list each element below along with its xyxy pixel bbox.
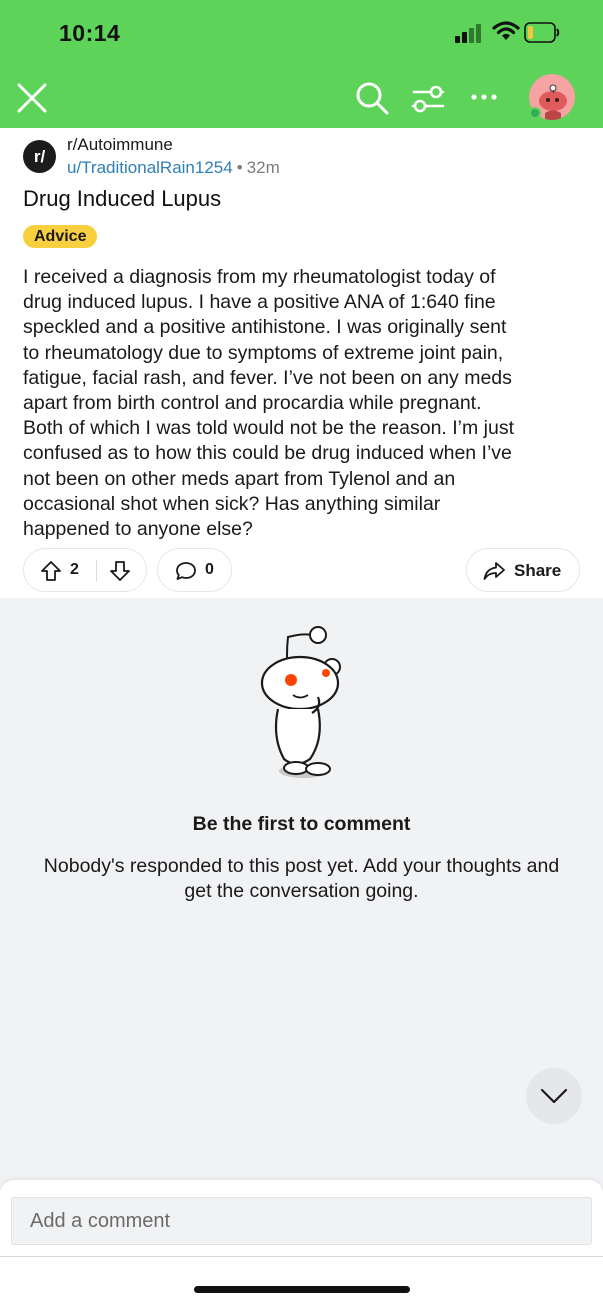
- search-icon[interactable]: [354, 80, 390, 116]
- close-icon[interactable]: [16, 82, 48, 114]
- post-body-line: speckled and a positive antihistone. I w…: [23, 316, 507, 339]
- share-arrow-icon: [483, 562, 505, 580]
- subreddit-name[interactable]: r/Autoimmune: [67, 135, 173, 155]
- vote-count: 2: [70, 561, 79, 578]
- post-body-line: drug induced lupus. I have a positive AN…: [23, 291, 496, 314]
- downvote-arrow-icon[interactable]: [109, 560, 131, 582]
- cellular-signal-icon: [455, 23, 485, 43]
- sort-filter-icon[interactable]: [410, 81, 446, 117]
- wifi-icon: [492, 21, 520, 40]
- post-byline: u/TraditionalRain1254 • 32m: [67, 158, 280, 178]
- chevron-down-icon: [540, 1088, 568, 1104]
- home-indicator[interactable]: [194, 1286, 410, 1293]
- post-body-line: occasional shot when sick? Has anything …: [23, 492, 441, 515]
- author-link[interactable]: u/TraditionalRain1254: [67, 158, 233, 177]
- post-body-line: to rheumatology due to symptoms of extre…: [23, 341, 504, 364]
- post-body-line: Both of which I was told would not be th…: [23, 417, 515, 440]
- post-card: r/ r/Autoimmune u/TraditionalRain1254 • 32…: [0, 128, 603, 598]
- online-status-dot: [529, 107, 541, 119]
- comment-bubble-icon: [176, 562, 196, 580]
- post-body-line: fatigue, facial rash, and fever. I’ve no…: [23, 366, 512, 389]
- scroll-down-button[interactable]: [526, 1068, 582, 1124]
- post-title: Drug Induced Lupus: [23, 186, 222, 211]
- post-body-line: not been on other meds apart from Tyleno…: [23, 467, 456, 490]
- subreddit-icon[interactable]: r/: [23, 140, 56, 173]
- post-body-line: confused as to how this could be drug in…: [23, 442, 512, 465]
- upvote-arrow-icon[interactable]: [40, 560, 62, 582]
- composer-divider: [0, 1256, 603, 1257]
- post-body-line: apart from birth control and procardia w…: [23, 392, 482, 415]
- header-bar: 10:14: [0, 0, 603, 128]
- post-body: I received a diagnosis from my rheumatol…: [23, 265, 583, 542]
- flair-badge: Advice: [23, 225, 98, 248]
- byline-separator: •: [236, 158, 243, 177]
- battery-icon: [524, 22, 560, 43]
- empty-comments-title: Be the first to comment: [192, 813, 411, 835]
- comment-composer: [0, 1180, 603, 1304]
- post-time: 32m: [246, 158, 280, 177]
- comment-count: 0: [205, 561, 214, 578]
- empty-comments-subtitle: Nobody's responded to this post yet. Add…: [43, 855, 560, 902]
- share-label: Share: [514, 561, 562, 580]
- vote-divider: [96, 560, 97, 582]
- comments-button[interactable]: 0: [157, 548, 232, 592]
- snoo-mascot-icon: [260, 626, 341, 778]
- post-body-line: happened to anyone else?: [23, 518, 253, 541]
- post-body-line: I received a diagnosis from my rheumatol…: [23, 266, 496, 288]
- vote-controls: 2: [23, 548, 147, 592]
- more-options-icon[interactable]: [468, 90, 500, 104]
- status-time: 10:14: [59, 20, 121, 46]
- comment-input[interactable]: [11, 1197, 592, 1245]
- share-button[interactable]: Share: [466, 548, 580, 592]
